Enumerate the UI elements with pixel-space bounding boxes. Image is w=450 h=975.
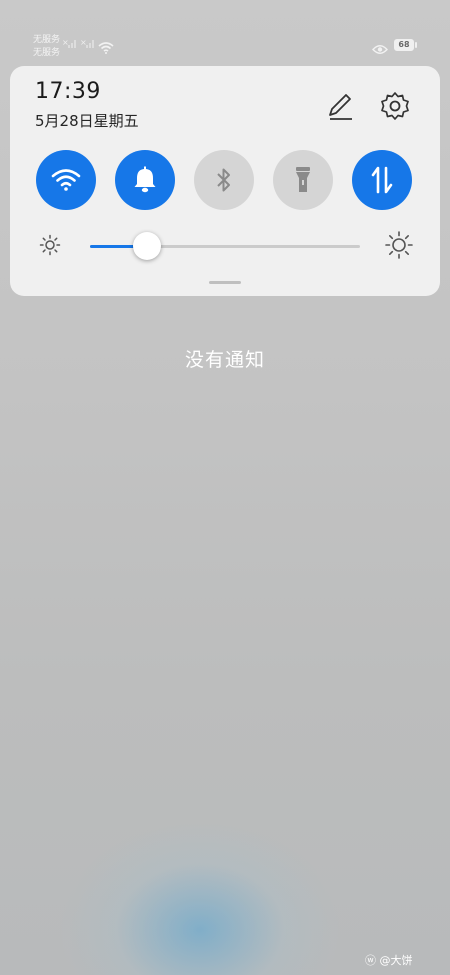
- watermark-logo-icon: ⓦ: [365, 954, 376, 967]
- carrier-label-1: 无服务: [33, 35, 61, 45]
- flashlight-icon: [296, 167, 310, 192]
- watermark: ⓦ @大饼: [365, 952, 413, 968]
- brightness-high-icon: [384, 230, 414, 264]
- signal-icon: ×: [80, 37, 96, 52]
- carrier-label-2: 无服务: [33, 48, 61, 58]
- no-notifications-text: 没有通知: [184, 349, 265, 371]
- svg-text:×: ×: [62, 38, 69, 47]
- wifi-icon: [98, 39, 114, 58]
- edit-button[interactable]: [322, 88, 358, 124]
- date-label: 5月28日星期五: [35, 112, 139, 130]
- brightness-low-icon: [38, 233, 62, 261]
- clock-time: 17:39: [35, 79, 101, 104]
- gear-icon: [381, 92, 409, 120]
- sound-toggle[interactable]: [115, 150, 175, 210]
- brightness-slider[interactable]: [90, 232, 360, 260]
- status-bar: 无服务 无服务 × × 68: [0, 0, 450, 64]
- data-arrows-icon: [371, 166, 393, 194]
- bluetooth-toggle[interactable]: [194, 150, 254, 210]
- signal-icon: ×: [62, 37, 78, 52]
- wifi-icon: [51, 169, 81, 191]
- quick-settings-panel: 17:39 5月28日星期五: [10, 66, 440, 296]
- battery-tip: [415, 42, 417, 48]
- flashlight-toggle[interactable]: [273, 150, 333, 210]
- settings-button[interactable]: [377, 88, 413, 124]
- mobile-data-toggle[interactable]: [352, 150, 412, 210]
- watermark-text: @大饼: [379, 954, 413, 967]
- battery-icon: 68: [394, 39, 414, 51]
- panel-drag-handle[interactable]: [209, 281, 241, 284]
- bluetooth-icon: [217, 168, 230, 192]
- svg-text:×: ×: [80, 38, 87, 47]
- brightness-thumb[interactable]: [132, 232, 161, 260]
- wifi-toggle[interactable]: [36, 150, 96, 210]
- bell-icon: [134, 166, 156, 193]
- eye-icon: [372, 40, 388, 59]
- edit-icon: [329, 94, 352, 120]
